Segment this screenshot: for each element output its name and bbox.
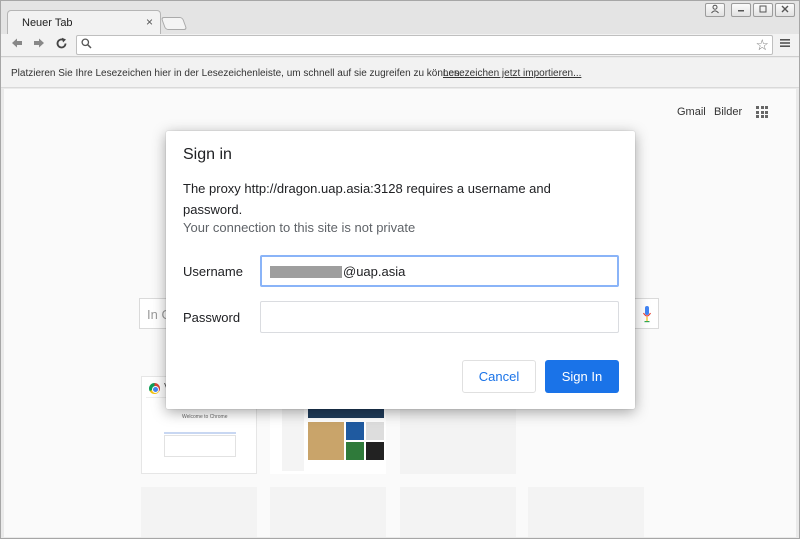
thumbnail-thumb-3 — [346, 442, 364, 460]
apps-grid-icon[interactable] — [756, 106, 768, 118]
thumbnail-bar — [164, 432, 236, 434]
search-icon — [81, 38, 92, 52]
thumbnail-box — [164, 435, 236, 457]
thumbnail-thumb-1 — [346, 422, 364, 440]
sign-in-button[interactable]: Sign In — [545, 360, 619, 393]
username-field[interactable]: @uap.asia — [260, 255, 619, 287]
cancel-button[interactable]: Cancel — [462, 360, 536, 393]
password-field[interactable] — [260, 301, 619, 333]
profile-icon[interactable] — [705, 3, 725, 17]
close-window-button[interactable] — [775, 3, 795, 17]
window-controls — [705, 3, 795, 17]
username-label: Username — [183, 264, 243, 279]
images-link[interactable]: Bilder — [714, 106, 742, 118]
username-domain: @uap.asia — [343, 264, 406, 279]
gmail-link[interactable]: Gmail — [677, 106, 706, 118]
address-bar[interactable]: ☆ — [76, 35, 773, 55]
import-bookmarks-link[interactable]: Lesezeichen jetzt importieren... — [443, 68, 581, 79]
username-value: @uap.asia — [270, 264, 405, 279]
tab-strip: Neuer Tab × — [1, 1, 799, 35]
most-visited-placeholder — [528, 487, 644, 537]
browser-toolbar: ☆ — [1, 34, 799, 57]
tab-title: Neuer Tab — [22, 17, 73, 29]
reload-icon[interactable] — [53, 37, 69, 53]
most-visited-placeholder — [141, 487, 257, 537]
thumbnail-heading: Welcome to Chrome — [182, 414, 228, 420]
browser-window: Neuer Tab × ☆ Platzieren Sie Ihre Leseze… — [0, 0, 800, 539]
thumbnail-poster — [308, 422, 344, 460]
dialog-title: Sign in — [183, 146, 232, 163]
microphone-icon[interactable] — [642, 305, 652, 323]
menu-icon[interactable] — [779, 36, 791, 53]
new-tab-button[interactable] — [160, 17, 188, 30]
chrome-icon — [149, 383, 160, 394]
bookmark-bar: Platzieren Sie Ihre Lesezeichen hier in … — [1, 58, 799, 88]
most-visited-placeholder — [270, 487, 386, 537]
back-arrow-icon[interactable] — [9, 37, 25, 53]
password-label: Password — [183, 310, 241, 325]
thumbnail-thumb-2 — [366, 422, 384, 440]
privacy-warning: Your connection to this site is not priv… — [183, 220, 416, 235]
maximize-button[interactable] — [753, 3, 773, 17]
tab-new-tab[interactable]: Neuer Tab × — [7, 10, 161, 35]
thumbnail-thumb-4 — [366, 442, 384, 460]
dialog-message: The proxy http://dragon.uap.asia:3128 re… — [183, 181, 551, 217]
bookmark-star-icon[interactable]: ☆ — [756, 36, 769, 54]
bookmark-bar-hint: Platzieren Sie Ihre Lesezeichen hier in … — [11, 68, 463, 79]
proxy-auth-dialog: Sign in The proxy http://dragon.uap.asia… — [166, 131, 635, 409]
most-visited-placeholder — [400, 487, 516, 537]
tab-close-icon[interactable]: × — [146, 16, 153, 28]
minimize-button[interactable] — [731, 3, 751, 17]
forward-arrow-icon[interactable] — [31, 37, 47, 53]
redacted-text — [270, 266, 342, 278]
